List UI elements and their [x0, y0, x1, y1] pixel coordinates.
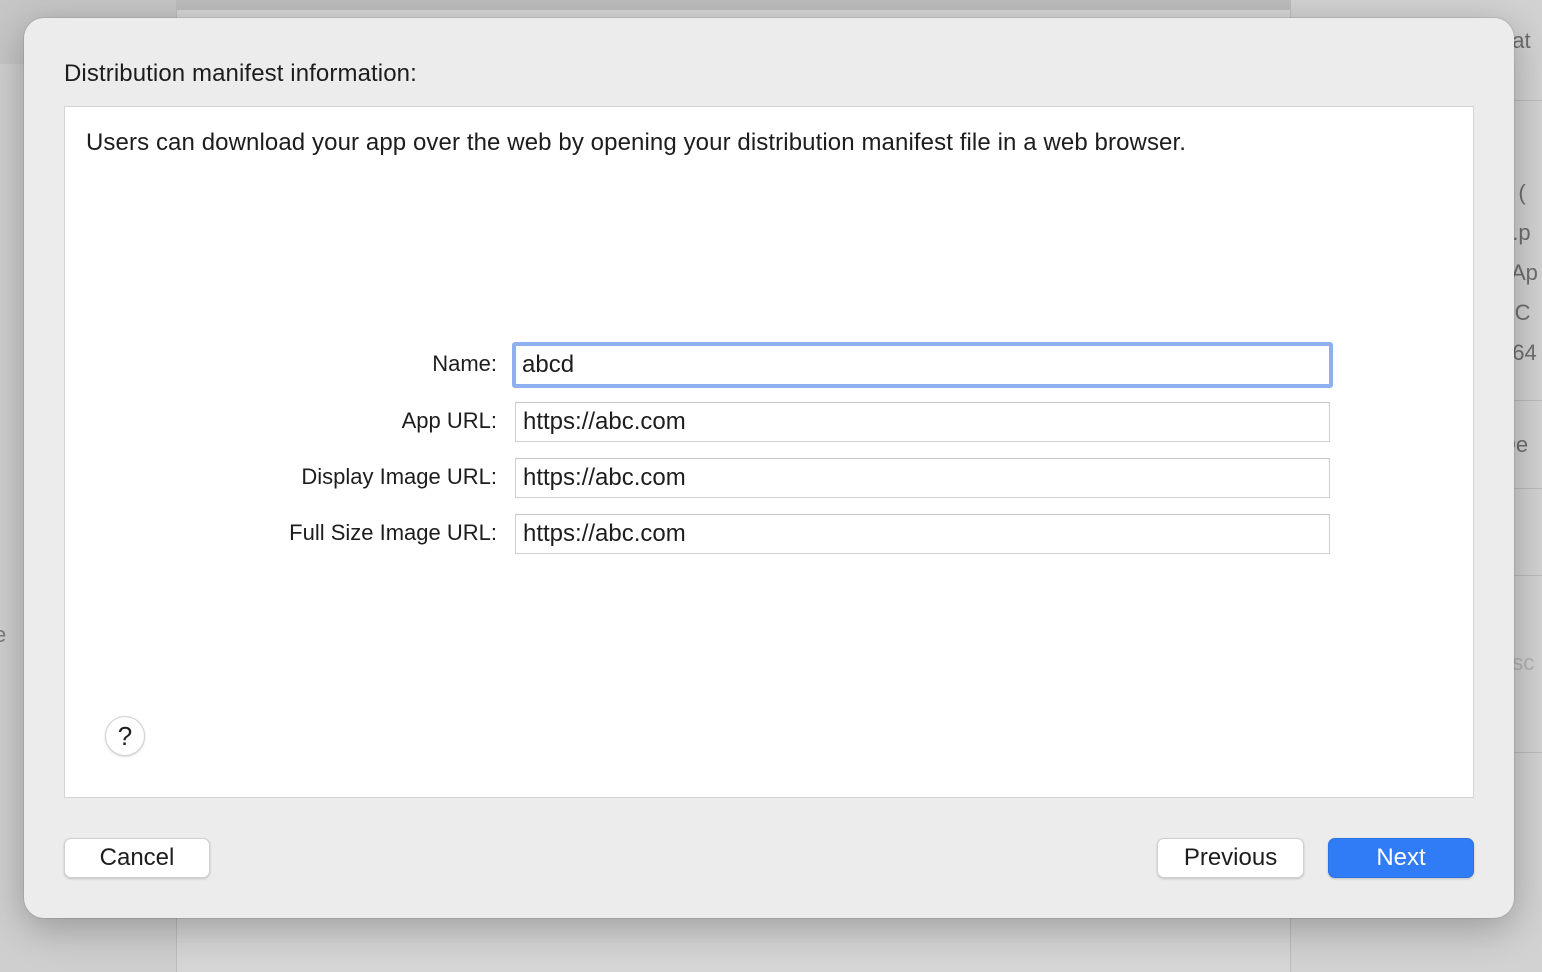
background-toolbar: [176, 0, 1290, 10]
sheet-title: Distribution manifest information:: [64, 60, 417, 87]
help-button[interactable]: ?: [105, 716, 145, 756]
manifest-description: Users can download your app over the web…: [86, 129, 1187, 156]
full-size-image-url-field[interactable]: [515, 514, 1330, 554]
display-image-url-label: Display Image URL:: [301, 464, 497, 489]
background-text-fragment: e: [0, 622, 7, 647]
distribution-manifest-sheet: Distribution manifest information: Users…: [24, 18, 1514, 918]
name-field[interactable]: [512, 342, 1333, 388]
question-mark-icon: ?: [117, 720, 133, 751]
app-url-label: App URL:: [401, 408, 497, 433]
name-label: Name:: [432, 351, 497, 376]
display-image-url-field[interactable]: [515, 458, 1330, 498]
cancel-button[interactable]: Cancel: [64, 838, 210, 878]
app-url-field[interactable]: [515, 402, 1330, 442]
full-size-image-url-label: Full Size Image URL:: [289, 520, 497, 545]
manifest-form-panel: Users can download your app over the web…: [64, 106, 1474, 798]
next-button[interactable]: Next: [1328, 838, 1474, 878]
previous-button[interactable]: Previous: [1157, 838, 1304, 878]
